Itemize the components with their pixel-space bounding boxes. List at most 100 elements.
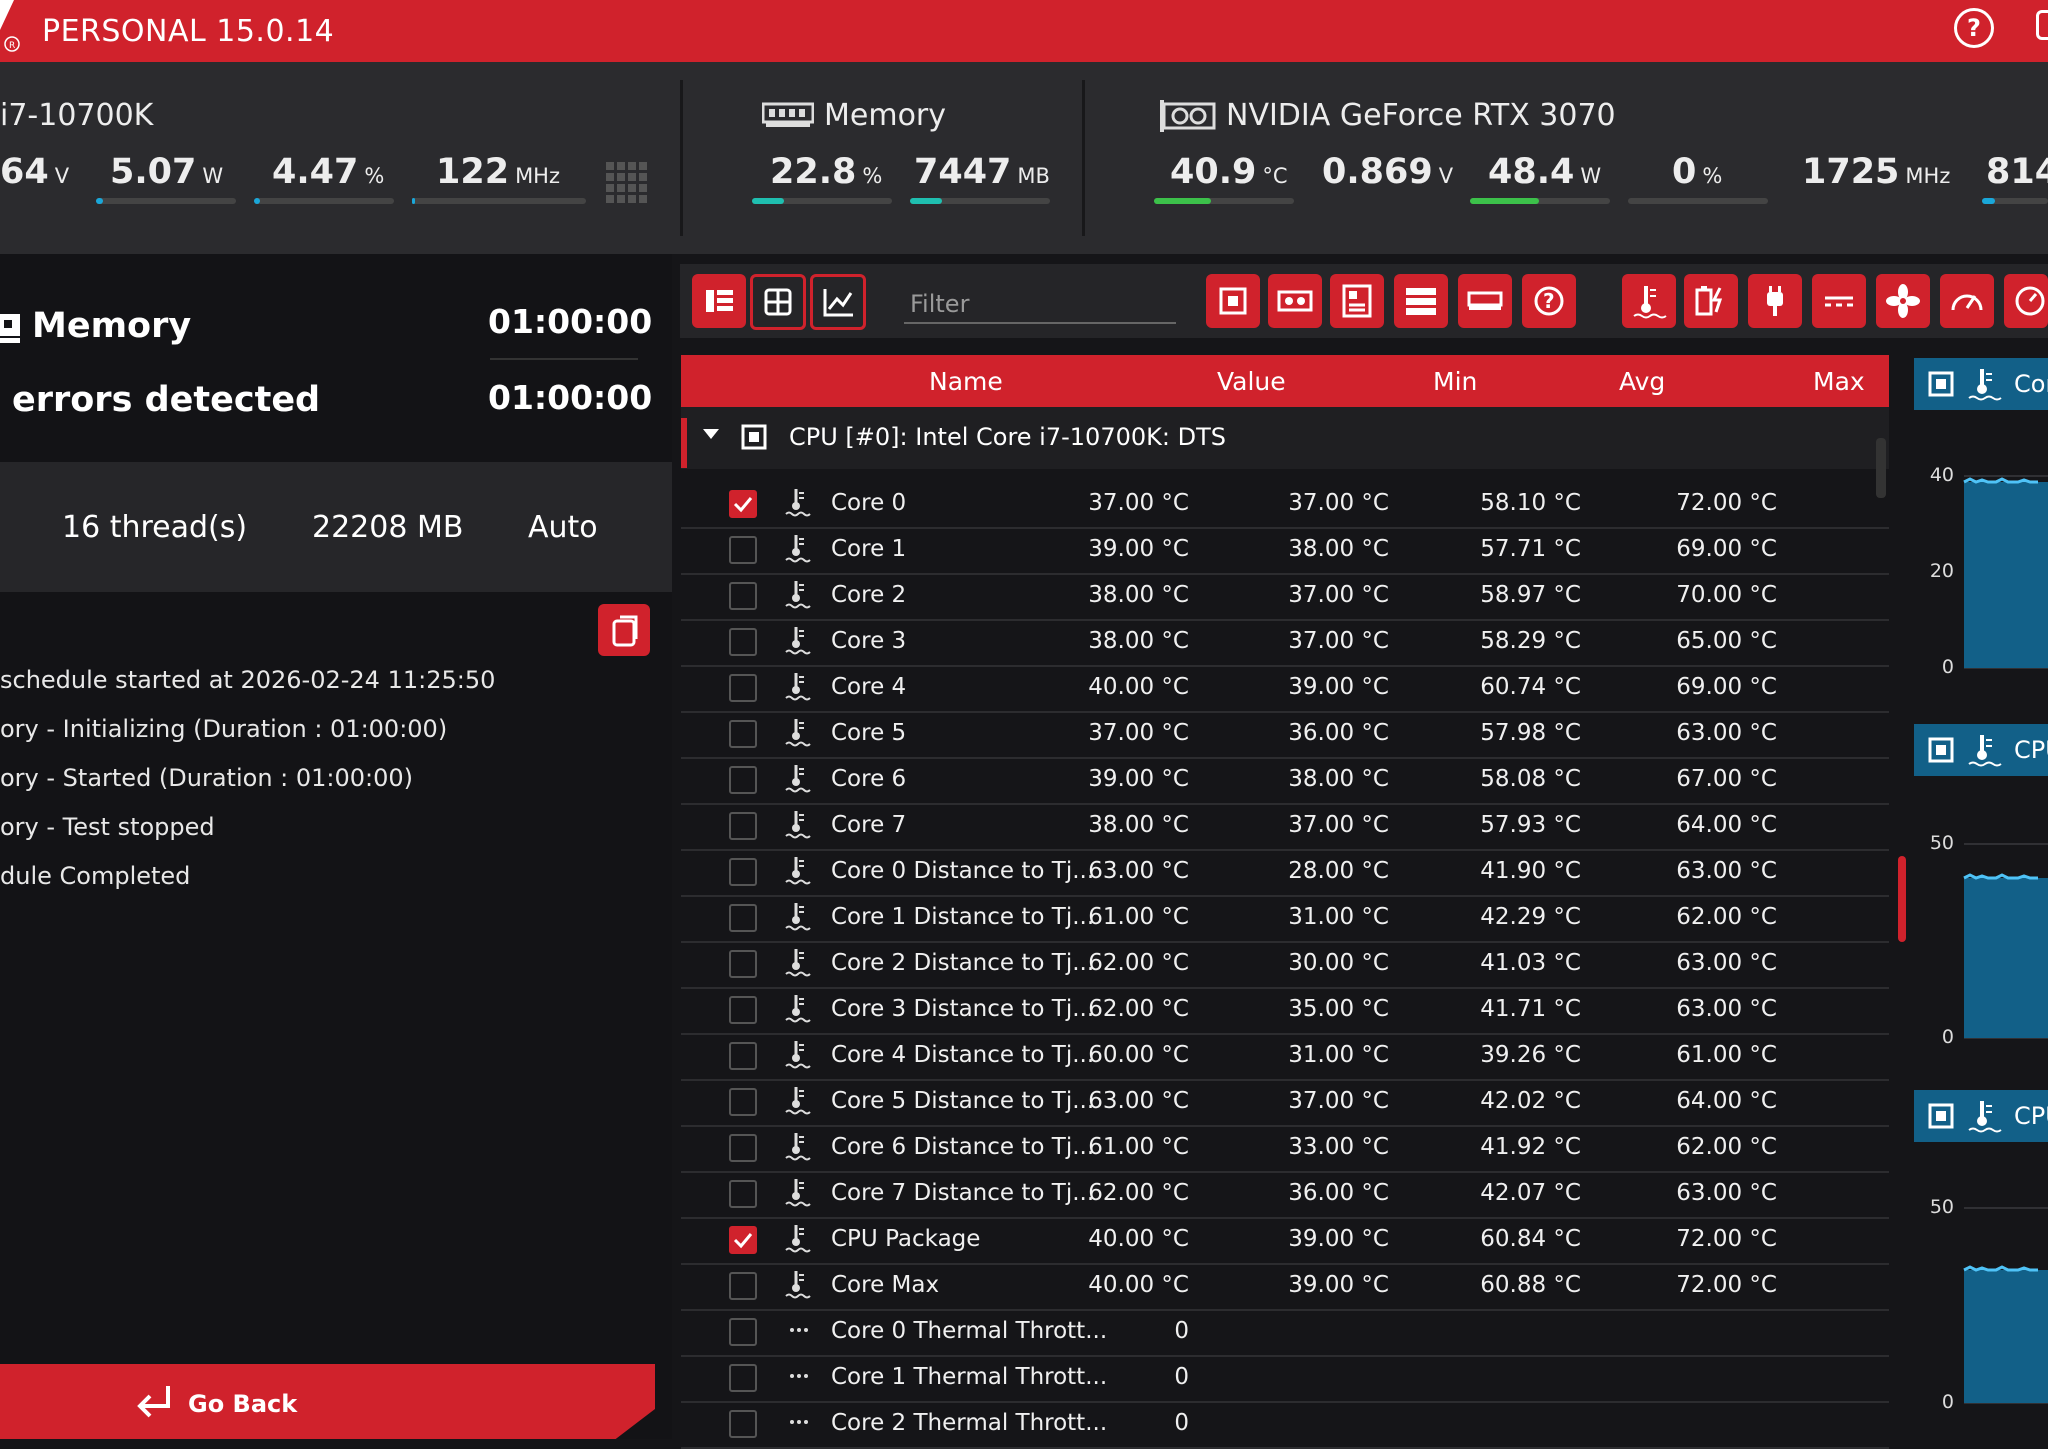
sensor-checkbox[interactable] [729,1364,757,1392]
column-max[interactable]: Max [1813,367,1865,396]
thermometer-icon [783,1222,815,1254]
sensor-row[interactable]: Core 7 38.00 °C 37.00 °C 57.93 °C 64.00 °C [681,804,1889,851]
motherboard-filter-button[interactable] [1330,274,1384,328]
return-arrow-icon [137,1386,170,1418]
sensor-checkbox[interactable] [729,674,757,702]
sensor-row[interactable]: Core 6 Distance to Tj... 61.00 °C 33.00 °C… [681,1126,1889,1173]
sensor-checkbox[interactable] [729,858,757,886]
sensor-row[interactable]: Core Max 40.00 °C 39.00 °C 60.88 °C 72.00 °C [681,1264,1889,1311]
other-filter-button[interactable]: ? [1522,274,1576,328]
voltage-filter-button[interactable] [1684,274,1738,328]
sensor-checkbox[interactable] [729,1410,757,1438]
help-icon[interactable]: ? [1954,8,1994,48]
cpu-voltage: 64 V [0,152,70,192]
sensor-row[interactable]: Core 5 37.00 °C 36.00 °C 57.98 °C 63.00 °C [681,712,1889,759]
chevron-down-icon[interactable] [703,429,719,441]
sensor-checkbox[interactable] [729,812,757,840]
cpu-icon [741,424,767,450]
thermometer-icon [783,808,815,840]
sensor-checkbox[interactable] [729,904,757,932]
sensor-checkbox[interactable] [729,950,757,978]
grid-view-button[interactable] [750,274,806,330]
gpu-filter-button[interactable] [1268,274,1322,328]
sensor-row[interactable]: Core 0 Thermal Thrott... 0 [681,1310,1889,1357]
scrollbar-thumb[interactable] [1898,856,1906,942]
window-icon[interactable] [2036,10,2048,40]
sensor-checkbox[interactable] [729,1272,757,1300]
sensor-row[interactable]: Core 7 Distance to Tj... 62.00 °C 36.00 °C… [681,1172,1889,1219]
sensor-checkbox[interactable] [729,1180,757,1208]
test-name: Memory [32,306,192,346]
cell-min: 38.00 °C [1288,536,1389,562]
sensor-row[interactable]: Core 2 38.00 °C 37.00 °C 58.97 °C 70.00 °C [681,574,1889,621]
sensor-checkbox[interactable] [729,996,757,1024]
sensor-row[interactable]: Core 0 Distance to Tj... 63.00 °C 28.00 °C… [681,850,1889,897]
sensor-checkbox[interactable] [729,628,757,656]
chart-header[interactable]: CPU [1914,724,2048,776]
column-name[interactable]: Name [929,367,1003,396]
go-back-button[interactable] [0,1364,655,1439]
sensor-row[interactable]: Core 2 Thermal Thrott... 0 [681,1402,1889,1449]
usage-filter-button[interactable] [2004,274,2048,328]
chart-header[interactable]: Cor [1914,358,2048,410]
sensor-row[interactable]: Core 1 39.00 °C 38.00 °C 57.71 °C 69.00 °C [681,528,1889,575]
plug-icon [1767,286,1783,316]
sensor-checkbox[interactable] [729,1318,757,1346]
sensor-checkbox[interactable] [729,1134,757,1162]
thermometer-icon [783,578,815,610]
sensor-row[interactable]: Core 2 Distance to Tj... 62.00 °C 30.00 °C… [681,942,1889,989]
column-avg[interactable]: Avg [1619,367,1665,396]
column-value[interactable]: Value [1217,367,1286,396]
sensor-checkbox[interactable] [729,582,757,610]
power-filter-button[interactable] [1748,274,1802,328]
sensor-row[interactable]: Core 5 Distance to Tj... 63.00 °C 37.00 °C… [681,1080,1889,1127]
sensor-group-row[interactable]: CPU [#0]: Intel Core i7-10700K: DTS [681,407,1889,469]
sensor-row[interactable]: Core 0 37.00 °C 37.00 °C 58.10 °C 72.00 °C [681,482,1889,529]
list-view-button[interactable] [692,274,746,328]
gpu-power-bar [1470,198,1610,204]
sensor-row[interactable]: Core 6 39.00 °C 38.00 °C 58.08 °C 67.00 °C [681,758,1889,805]
sensor-row[interactable]: CPU Package 40.00 °C 39.00 °C 60.84 °C 72.00… [681,1218,1889,1265]
sensor-checkbox[interactable] [729,490,757,518]
cell-avg: 57.71 °C [1480,536,1581,562]
thermometer-icon [783,532,815,564]
cell-max: 65.00 °C [1676,628,1777,654]
chart-header[interactable]: CPU [1914,1090,2048,1142]
cell-avg: 41.92 °C [1480,1134,1581,1160]
table-header: Name Value Min Avg Max [681,355,1889,407]
sensor-row[interactable]: Core 3 38.00 °C 37.00 °C 58.29 °C 65.00 °C [681,620,1889,667]
cell-min: 31.00 °C [1288,904,1389,930]
sensor-checkbox[interactable] [729,1226,757,1254]
sensor-checkbox[interactable] [729,766,757,794]
cell-avg: 60.74 °C [1480,674,1581,700]
log-line: schedule started at 2026-02-24 11:25:50 [0,666,496,694]
sensor-row[interactable]: Core 4 Distance to Tj... 60.00 °C 31.00 °C… [681,1034,1889,1081]
sensor-row[interactable]: Core 1 Distance to Tj... 61.00 °C 31.00 °C… [681,896,1889,943]
column-min[interactable]: Min [1433,367,1477,396]
chart-view-button[interactable] [810,274,866,330]
fan-filter-button[interactable] [1876,274,1930,328]
sensor-checkbox[interactable] [729,720,757,748]
sensor-checkbox[interactable] [729,1088,757,1116]
cell-max: 70.00 °C [1676,582,1777,608]
group-accent [681,418,687,468]
sensor-checkbox[interactable] [729,1042,757,1070]
storage-filter-button[interactable] [1394,274,1448,328]
cpu-filter-button[interactable] [1206,274,1260,328]
sensor-row[interactable]: Core 1 Thermal Thrott... 0 [681,1356,1889,1403]
filter-input[interactable] [904,286,1176,324]
sensor-row[interactable]: Core 4 40.00 °C 39.00 °C 60.74 °C 69.00 °C [681,666,1889,713]
current-filter-button[interactable] [1812,274,1866,328]
cell-value: 61.00 °C [1088,1134,1189,1160]
memory-icon [762,102,814,127]
fan-icon [1886,284,1920,318]
gpu-memory-clock: 814 [1986,152,2048,192]
sensor-checkbox[interactable] [729,536,757,564]
sensor-row[interactable]: Core 3 Distance to Tj... 62.00 °C 35.00 °C… [681,988,1889,1035]
cpu-power-bar [96,198,236,204]
gauge-icon [1951,294,1983,311]
clock-filter-button[interactable] [1940,274,1994,328]
copy-log-button[interactable] [598,604,650,656]
memory-filter-button[interactable] [1458,274,1512,328]
temperature-filter-button[interactable] [1622,274,1676,328]
